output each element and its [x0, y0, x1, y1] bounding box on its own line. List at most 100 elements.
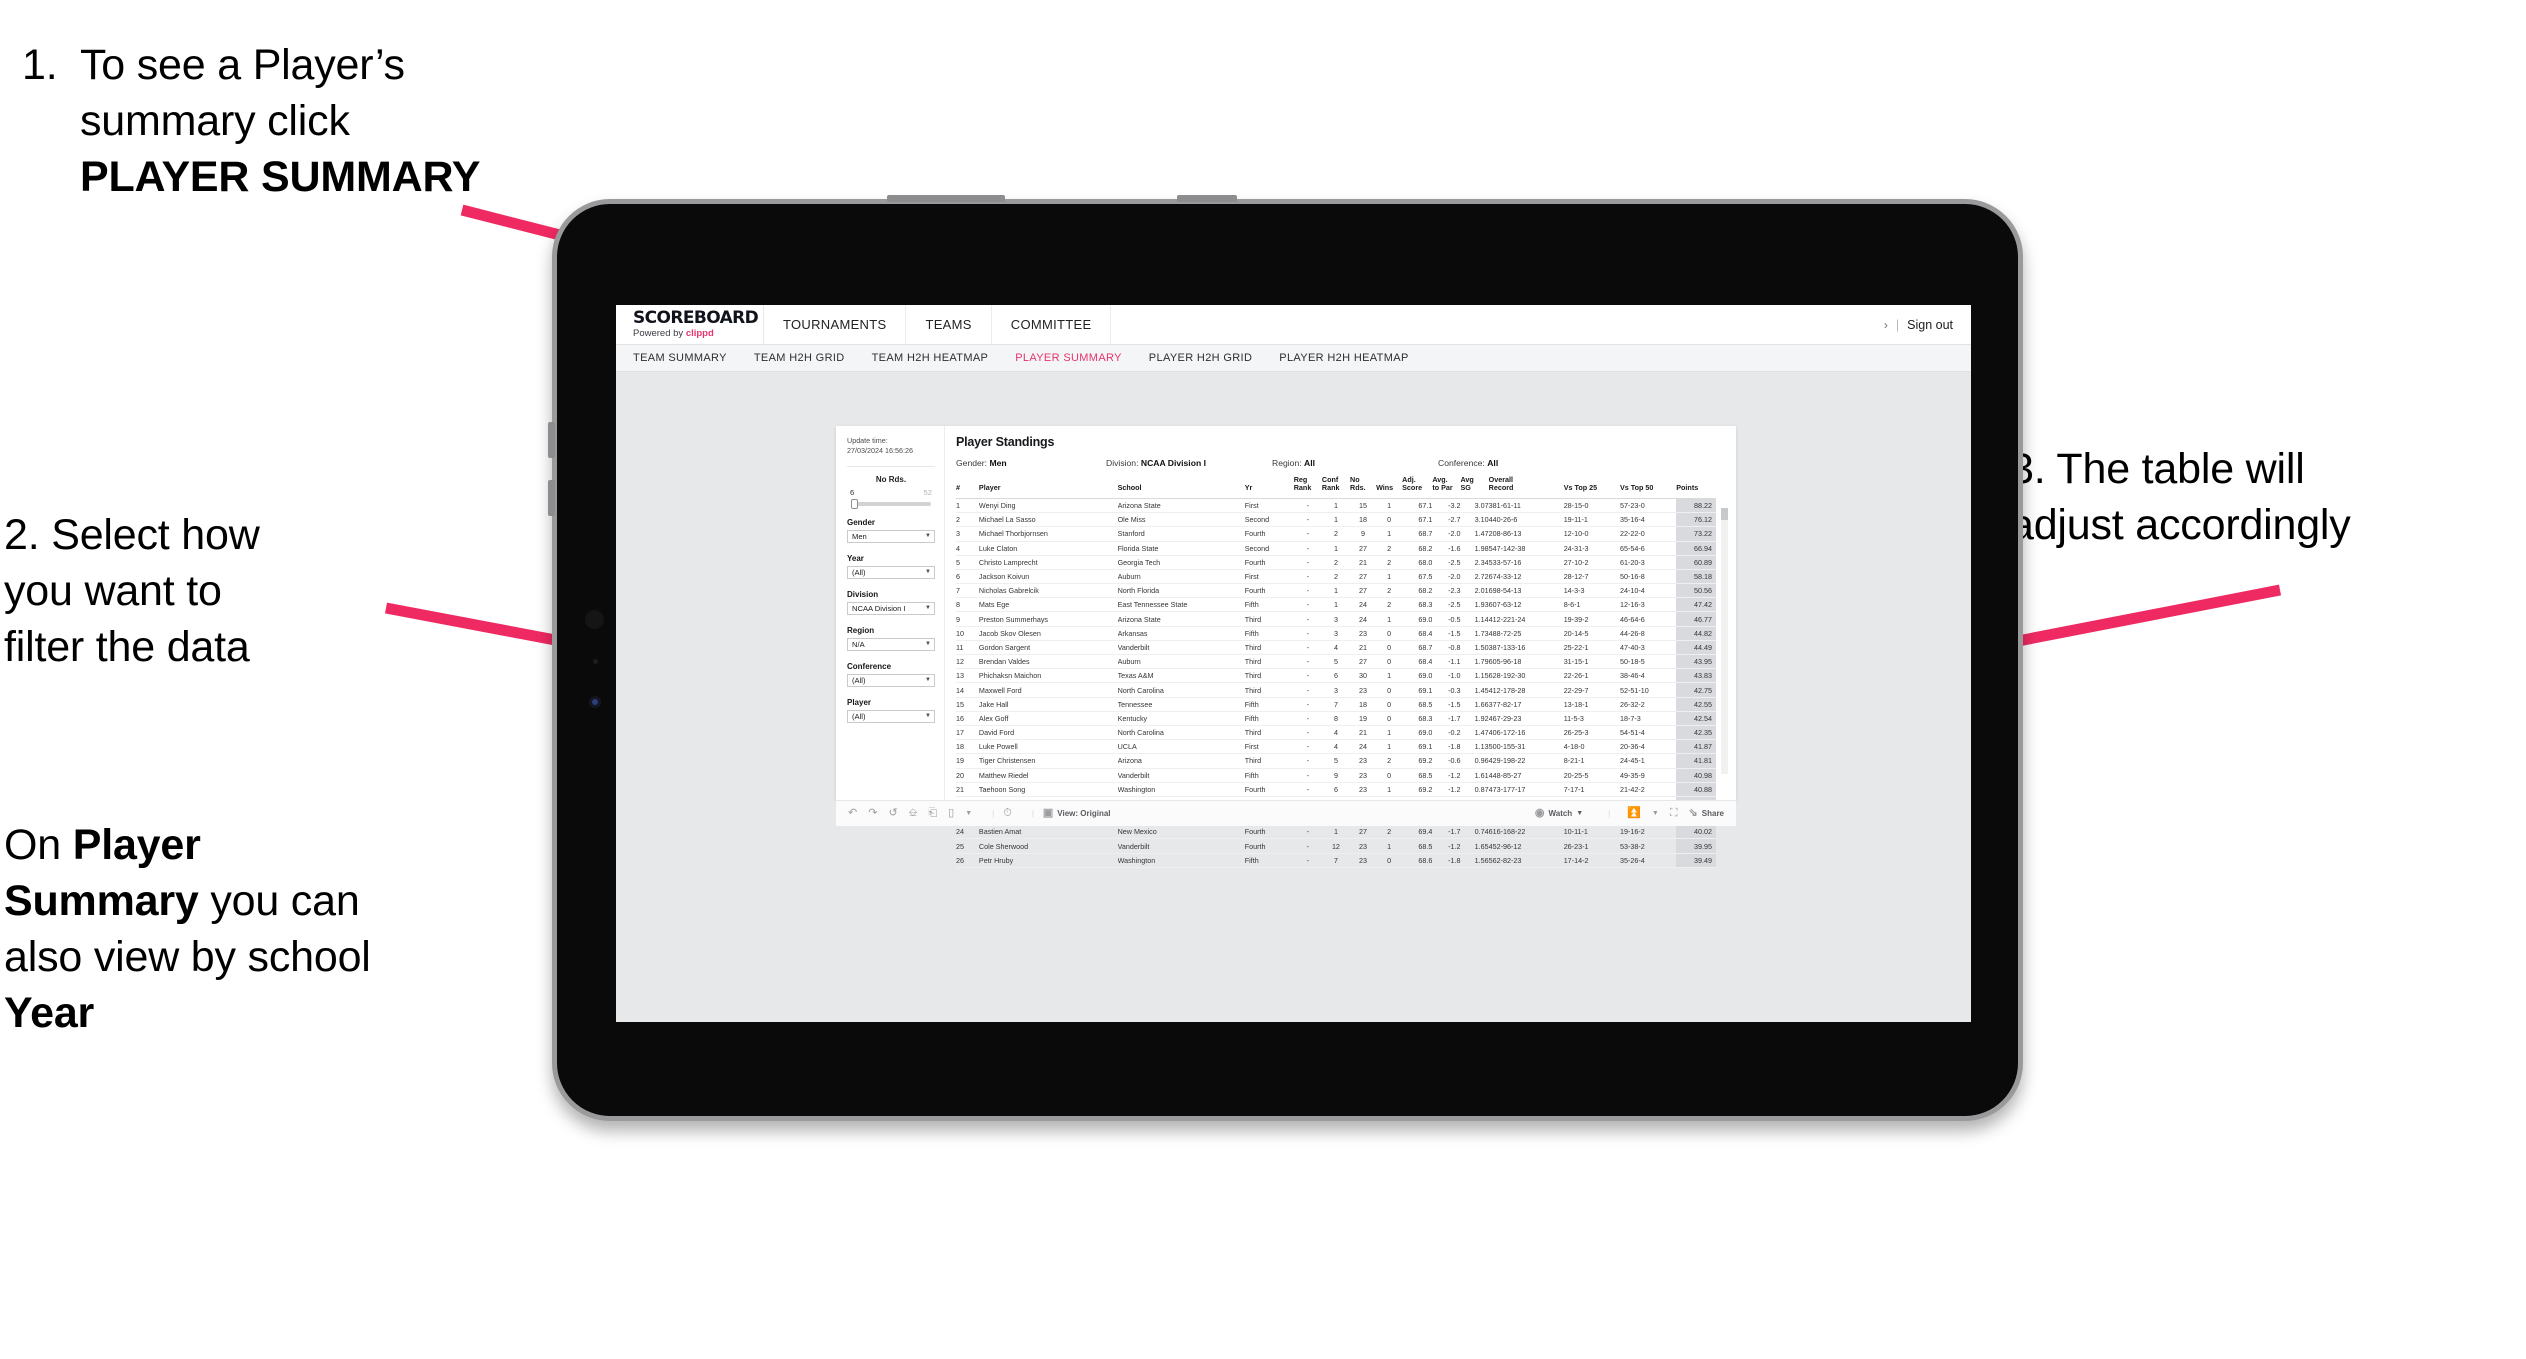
table-row[interactable]: 16 Alex Goff Kentucky Fifth -8 19 0 68.3 -1.7 1.9…	[956, 711, 1716, 726]
volume-button	[887, 195, 1005, 202]
filter-player-select[interactable]: (All) ▼	[847, 709, 935, 723]
col-rank[interactable]: #	[956, 476, 979, 499]
filter-gender-select[interactable]: Men ▼	[847, 529, 935, 543]
redo-icon[interactable]: ↷	[868, 808, 877, 819]
table-row[interactable]: 4 Luke Claton Florida State Second -1 27 2 68.2…	[956, 541, 1716, 556]
annotation-step-1-text-pre: To see a Player’s summary click	[80, 41, 405, 145]
cell-player: Jackson Koivun	[978, 569, 1118, 585]
cell-pts: 41.87	[1676, 739, 1716, 755]
meta-division: Division: NCAA Division I	[1106, 458, 1272, 468]
download-icon[interactable]: ⏫	[1627, 808, 1641, 819]
fullscreen-icon[interactable]: ⛶	[1670, 808, 1678, 819]
table-row[interactable]: 18 Luke Powell UCLA First -4 24 1 69.1 -1.8 1.13 5…	[956, 739, 1716, 755]
pause-updates-icon[interactable]: ⎗	[928, 808, 937, 819]
table-row[interactable]: 11 Gordon Sargent Vanderbilt Third -4 21 0 68.7…	[956, 640, 1716, 656]
share-button[interactable]: ⇘ Share	[1689, 808, 1724, 819]
filter-division-value: NCAA Division I	[852, 603, 906, 613]
cell-ovr: 387-133-16	[1488, 640, 1564, 656]
col-vs-top-50[interactable]: Vs Top 50	[1619, 476, 1677, 499]
tab-player-h2h-heatmap[interactable]: PLAYER H2H HEATMAP	[1279, 352, 1408, 364]
col-avg-to-par[interactable]: Avg. to Par	[1432, 475, 1461, 499]
nav-item-tournaments[interactable]: TOURNAMENTS	[764, 305, 907, 344]
cell-rank: 3	[956, 526, 979, 542]
table-row[interactable]: 5 Christo Lamprecht Georgia Tech Fourth -2 21…	[956, 555, 1716, 570]
no-rounds-slider-handle[interactable]	[851, 498, 858, 509]
col-reg-rank[interactable]: Reg Rank	[1293, 475, 1322, 499]
chevron-down-icon[interactable]: ▼	[1652, 810, 1659, 817]
cell-reg: -	[1293, 597, 1322, 613]
cell-ovr: 698-54-13	[1488, 583, 1564, 599]
filter-year-select[interactable]: (All) ▼	[847, 565, 935, 579]
cell-atp: -1.5	[1432, 626, 1461, 641]
no-rounds-slider[interactable]	[851, 498, 931, 509]
cell-nords: 15	[1350, 498, 1377, 514]
tab-team-summary[interactable]: TEAM SUMMARY	[633, 352, 727, 364]
table-row[interactable]: 10 Jacob Skov Olesen Arkansas Fifth -3 23 0 68.…	[956, 626, 1716, 641]
view-original-button[interactable]: ▣ View: Original	[1043, 808, 1111, 819]
tab-team-h2h-grid[interactable]: TEAM H2H GRID	[754, 352, 845, 364]
table-row[interactable]: 25 Cole Sherwood Vanderbilt Fourth -12 23 1 68.…	[956, 838, 1716, 854]
filter-conference-select[interactable]: (All) ▼	[847, 673, 935, 687]
col-yr[interactable]: Yr	[1244, 476, 1294, 499]
table-row[interactable]: 24 Bastien Amat New Mexico Fourth -1 27 2 69.4-…	[956, 824, 1716, 840]
cell-rank: 5	[956, 555, 979, 570]
cell-nords: 18	[1350, 697, 1377, 712]
col-no-rds[interactable]: No Rds.	[1350, 475, 1377, 499]
revert-icon[interactable]: ↺	[888, 808, 897, 819]
cell-wins: 1	[1376, 611, 1403, 627]
device-layout-icon[interactable]: ▯	[948, 808, 954, 819]
table-scrollbar-thumb[interactable]	[1721, 508, 1728, 520]
cell-reg: -	[1293, 583, 1322, 599]
table-row[interactable]: 20 Matthew Riedel Vanderbilt Fifth -9 23 0 68.5…	[956, 768, 1716, 783]
table-row[interactable]: 26 Petr Hruby Washington Fifth -7 23 0 68.6 -1.8…	[956, 853, 1716, 868]
tab-player-h2h-grid[interactable]: PLAYER H2H GRID	[1149, 352, 1252, 364]
table-row[interactable]: 13 Phichaksn Maichon Texas A&M Third -6 30 1 69…	[956, 668, 1716, 684]
col-player[interactable]: Player	[978, 476, 1118, 499]
nav-item-teams[interactable]: TEAMS	[906, 305, 992, 344]
table-row[interactable]: 9 Preston Summerhays Arizona State Third -3 2…	[956, 611, 1716, 627]
brand-logo[interactable]: SCOREBOARD Powered by clippd	[616, 305, 764, 344]
table-row[interactable]: 3 Michael Thorbjornsen Stanford Fourth -2 9 1 6…	[956, 526, 1716, 542]
table-row[interactable]: 1 Wenyi Ding Arizona State First -1 15 1 67.1 -3…	[956, 498, 1716, 514]
history-icon[interactable]: ⏱	[1003, 808, 1012, 819]
tab-team-h2h-heatmap[interactable]: TEAM H2H HEATMAP	[872, 352, 989, 364]
table-row[interactable]: 15 Jake Hall Tennessee Fifth -7 18 0 68.5 -1.5 1.…	[956, 697, 1716, 712]
col-avg-sg[interactable]: Avg SG	[1460, 475, 1489, 499]
table-row[interactable]: 7 Nicholas Gabrelcik North Florida Fourth -1…	[956, 583, 1716, 599]
cell-school: Georgia Tech	[1117, 555, 1245, 570]
filter-division-select[interactable]: NCAA Division I ▼	[847, 601, 935, 615]
cell-atp: -1.0	[1432, 668, 1461, 684]
nav-item-committee[interactable]: COMMITTEE	[992, 305, 1112, 344]
col-conf-rank[interactable]: Conf Rank	[1321, 475, 1351, 499]
table-row[interactable]: 14 Maxwell Ford North Carolina Third -3 23 0 69…	[956, 682, 1716, 698]
col-adj-score[interactable]: Adj. Score	[1402, 475, 1433, 499]
table-row[interactable]: 17 David Ford North Carolina Third -4 21 1 69.0…	[956, 725, 1716, 741]
table-row[interactable]: 6 Jackson Koivun Auburn First -2 27 1 67.5 -2.0 2…	[956, 569, 1716, 585]
watch-button[interactable]: ◉ Watch ▼	[1535, 808, 1583, 819]
cell-wins: 2	[1376, 541, 1403, 556]
table-scrollbar[interactable]	[1721, 508, 1728, 774]
table-row[interactable]: 2 Michael La Sasso Ole Miss Second -1 18 0 67.1…	[956, 512, 1716, 528]
col-vs-top-25[interactable]: Vs Top 25	[1563, 476, 1620, 499]
col-school[interactable]: School	[1117, 476, 1245, 499]
tab-player-summary[interactable]: PLAYER SUMMARY	[1015, 352, 1122, 364]
cell-sg: 3.10	[1460, 512, 1489, 528]
col-points[interactable]: Points	[1676, 476, 1716, 499]
update-time-label: Update time:	[847, 436, 888, 445]
table-row[interactable]: 12 Brendan Valdes Auburn Third -5 27 0 68.4 -1.1…	[956, 654, 1716, 670]
filter-player: Player (All) ▼	[847, 698, 935, 723]
table-row[interactable]: 19 Tiger Christensen Arizona Third -5 23 2 69.2…	[956, 753, 1716, 769]
refresh-data-icon[interactable]: ⎒	[909, 808, 918, 819]
chevron-down-icon[interactable]: ▼	[965, 810, 972, 817]
table-row[interactable]: 8 Mats Ege East Tennessee State Fifth -1 24 2 6…	[956, 597, 1716, 613]
table-row[interactable]: 21 Taehoon Song Washington Fourth -6 23 1 69.2-…	[956, 782, 1716, 797]
cell-nords: 24	[1350, 739, 1377, 755]
undo-icon[interactable]: ↶	[848, 808, 857, 819]
sign-out-button[interactable]: Sign out	[1907, 318, 1953, 332]
cell-player: Maxwell Ford	[978, 682, 1118, 698]
cell-t50: 26-32-2	[1619, 697, 1677, 712]
col-wins[interactable]: Wins	[1376, 476, 1403, 499]
filter-region-select[interactable]: N/A ▼	[847, 637, 935, 651]
col-overall-record[interactable]: Overall Record	[1488, 475, 1564, 499]
chevron-right-icon[interactable]: ›	[1884, 318, 1888, 332]
